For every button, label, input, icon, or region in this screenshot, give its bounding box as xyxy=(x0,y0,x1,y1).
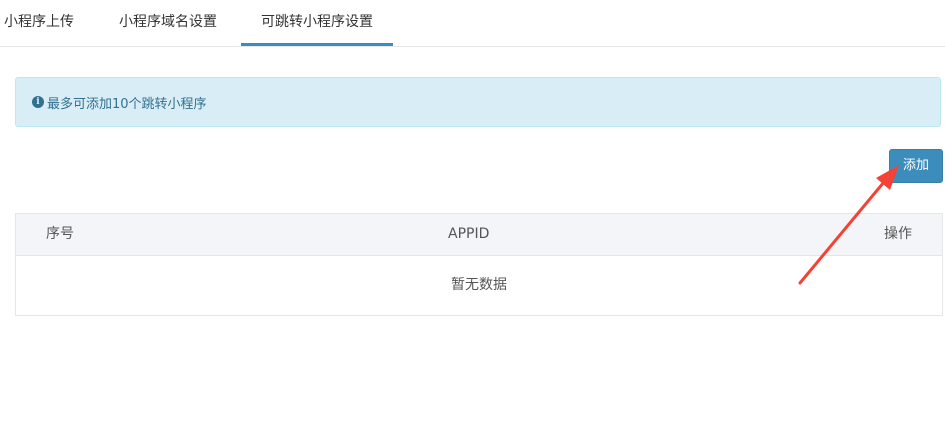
info-alert-text: 最多可添加10个跳转小程序 xyxy=(47,96,207,112)
column-header-index: 序号 xyxy=(46,226,74,242)
tab-miniprogram-domain-settings[interactable]: 小程序域名设置 xyxy=(119,0,217,44)
table-header: 序号 APPID 操作 xyxy=(16,214,942,256)
tab-miniprogram-upload[interactable]: 小程序上传 xyxy=(4,0,74,44)
info-alert: i 最多可添加10个跳转小程序 xyxy=(15,77,941,127)
column-header-appid: APPID xyxy=(448,226,490,242)
tab-jumpable-miniprogram-settings[interactable]: 可跳转小程序设置 xyxy=(241,0,393,46)
miniprogram-table: 序号 APPID 操作 暂无数据 xyxy=(15,213,943,316)
page: 小程序上传 小程序域名设置 可跳转小程序设置 i 最多可添加10个跳转小程序 添… xyxy=(0,0,945,428)
empty-state-text: 暂无数据 xyxy=(451,277,507,293)
column-header-actions: 操作 xyxy=(884,226,912,242)
tab-bar: 小程序上传 小程序域名设置 可跳转小程序设置 xyxy=(0,0,945,47)
add-button[interactable]: 添加 xyxy=(889,149,943,183)
info-circle-icon: i xyxy=(32,96,44,108)
